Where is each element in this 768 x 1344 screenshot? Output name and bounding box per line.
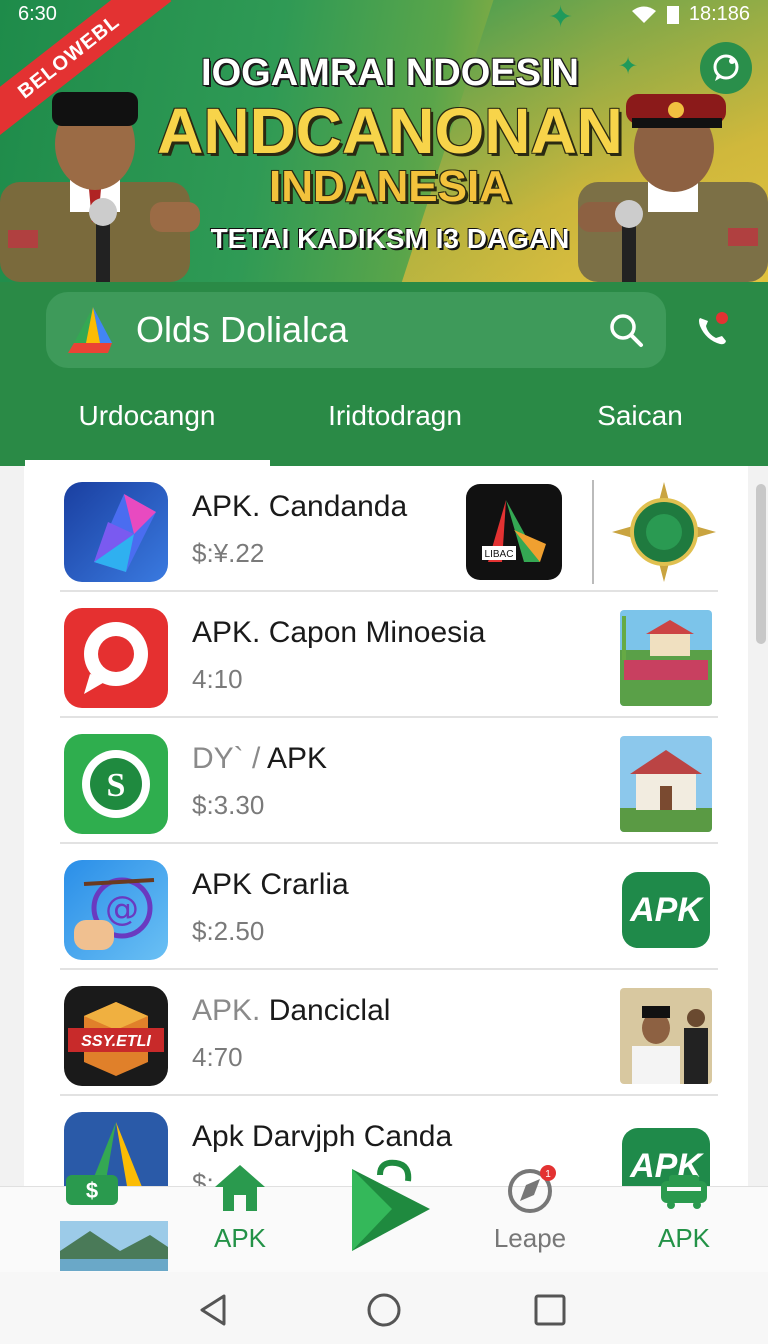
app-list[interactable]: APK. Candanda $:¥.22 LIBAC APK. Capon Mi… <box>24 466 748 1186</box>
battery-icon <box>666 5 679 24</box>
nav-label: APK <box>657 1223 711 1253</box>
scrollbar[interactable] <box>756 484 766 644</box>
chat-bubble-button[interactable] <box>700 42 752 94</box>
status-bar: 6:30 18:186 <box>0 0 768 30</box>
bottom-nav: $ APK 1 Leape APK <box>0 1159 768 1273</box>
app-title: APK Crarlia <box>192 868 349 901</box>
app-header: Olds Dolialca Urdocangn Iridtodragn Saic… <box>0 282 768 466</box>
home-button-icon[interactable] <box>366 1292 402 1328</box>
recents-icon[interactable] <box>532 1292 568 1328</box>
svg-text:$: $ <box>86 1178 98 1203</box>
status-time: 6:30 <box>18 3 57 25</box>
promo-banner[interactable]: 6:30 18:186 BELOWEBL ✦ ✦ IOGAMRAI NDOESI… <box>0 0 768 282</box>
list-item[interactable]: S DY` / APK $:3.30 <box>24 718 748 844</box>
search-icon[interactable] <box>606 310 646 350</box>
app-title: APK. Capon Minoesia <box>192 616 486 649</box>
app-title: Apk Darvjph Canda <box>192 1120 453 1153</box>
notification-badge: 1 <box>545 1169 551 1180</box>
chat-bubble-icon <box>713 54 739 81</box>
list-item[interactable]: SSY.ETLI APK. Danciclal 4:70 <box>24 970 748 1096</box>
app-title: DY` / APK <box>192 742 328 775</box>
home-icon <box>215 1165 265 1211</box>
portrait-photo <box>620 988 712 1084</box>
app-price: $:2.50 <box>192 916 265 946</box>
app-price: $:3.30 <box>192 790 265 820</box>
nav-apk[interactable]: APK <box>634 1175 734 1273</box>
separator <box>592 480 594 584</box>
wallet-icon: $ <box>66 1175 118 1205</box>
tab-3[interactable]: Saican <box>560 400 720 432</box>
svg-text:S: S <box>107 767 126 804</box>
app-rating: 4:70 <box>192 1042 243 1072</box>
a-logo-label: LIBAC <box>485 549 514 560</box>
building-photo <box>620 736 712 832</box>
compass-icon: 1 <box>508 1165 556 1213</box>
app-icon <box>64 482 168 582</box>
nav-wallet[interactable]: $ <box>54 1175 174 1273</box>
app-price: $:¥.22 <box>192 538 265 568</box>
nav-store[interactable] <box>336 1159 436 1273</box>
app-price: $: <box>192 1168 214 1186</box>
search-input[interactable]: Olds Dolialca <box>136 309 606 351</box>
app-title: APK. Danciclal <box>192 994 391 1027</box>
nav-home[interactable]: APK <box>190 1165 290 1273</box>
tab-bar: Urdocangn Iridtodragn Saican <box>0 382 768 466</box>
search-bar[interactable]: Olds Dolialca <box>46 292 666 368</box>
system-nav-bar <box>0 1272 768 1344</box>
car-icon <box>661 1175 707 1209</box>
app-title: APK. Candanda <box>192 490 408 523</box>
tab-1[interactable]: Urdocangn <box>25 400 269 432</box>
store-logo-icon <box>352 1159 430 1251</box>
app-icon <box>64 608 168 708</box>
app-rating: 4:10 <box>192 664 243 694</box>
landscape-thumb <box>60 1221 168 1271</box>
banner-line-4: TETAI KADIKSM I3 DAGAN <box>210 223 570 254</box>
back-icon[interactable] <box>196 1292 232 1328</box>
nav-leape[interactable]: 1 Leape <box>480 1165 580 1273</box>
apk-badge[interactable]: APK <box>622 872 710 948</box>
wifi-icon <box>631 6 657 24</box>
crowd-photo <box>620 610 712 706</box>
banner-line-2: ANDCANONAN <box>157 95 623 167</box>
app-icon: S <box>64 734 168 834</box>
banner-line-1: IOGAMRAI NDOESIN <box>201 52 579 94</box>
battery-text: 18:186 <box>688 3 750 25</box>
banner-line-3: INDANESIA <box>268 162 512 211</box>
app-logo-icon <box>64 303 122 357</box>
list-item[interactable]: @ APK Crarlia $:2.50 APK <box>24 844 748 970</box>
a-logo-image: LIBAC <box>466 484 562 580</box>
list-item[interactable]: APK. Candanda $:¥.22 LIBAC <box>24 466 748 592</box>
nav-label: APK <box>213 1223 267 1253</box>
app-icon: @ <box>64 860 168 960</box>
tab-2[interactable]: Iridtodragn <box>290 400 500 432</box>
phone-icon[interactable] <box>694 312 730 348</box>
nav-label: Leape <box>493 1223 567 1253</box>
svg-text:@: @ <box>105 889 139 929</box>
banner-headline: IOGAMRAI NDOESIN ANDCANONAN INDANESIA TE… <box>150 52 630 255</box>
list-item[interactable]: APK. Capon Minoesia 4:10 <box>24 592 748 718</box>
shield-label: SSY.ETLI <box>81 1033 151 1050</box>
emblem-image <box>612 482 716 582</box>
app-icon: SSY.ETLI <box>64 986 168 1086</box>
